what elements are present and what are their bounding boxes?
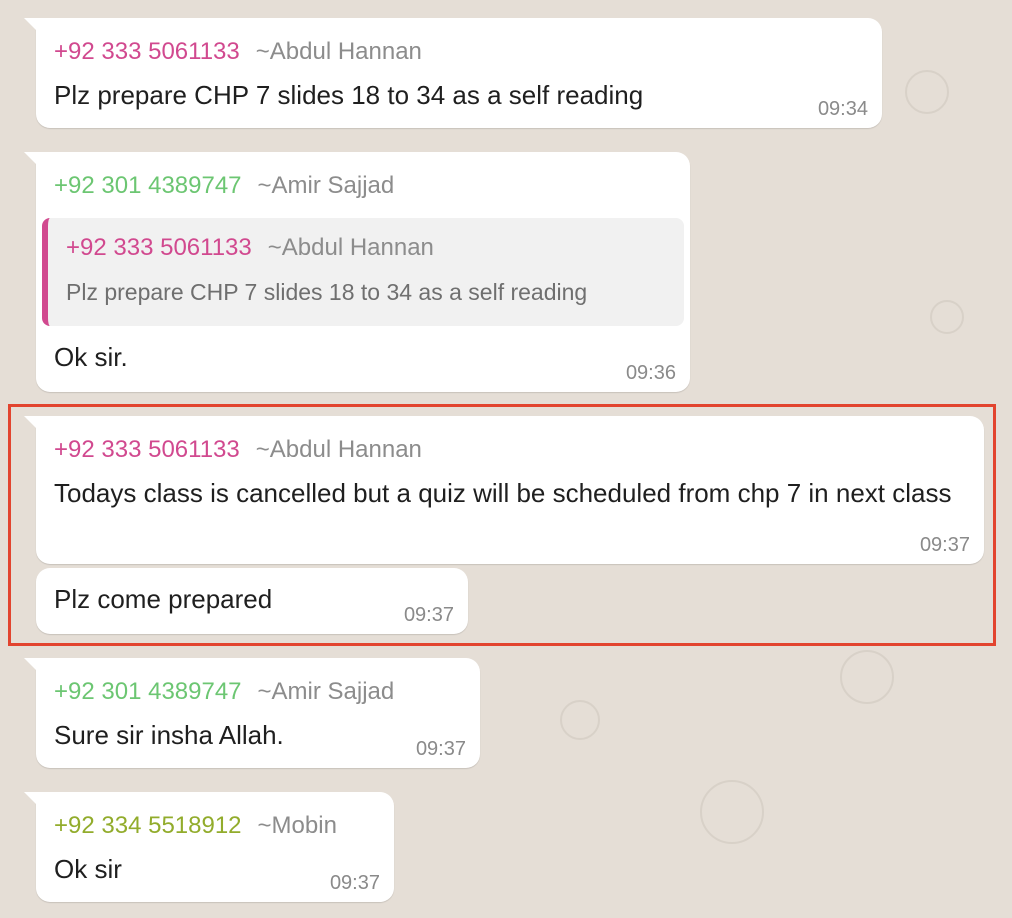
- message-bubble[interactable]: +92 301 4389747 ~Amir Sajjad Sure sir ins…: [24, 658, 480, 768]
- sender-line: +92 301 4389747 ~Amir Sajjad: [54, 172, 394, 200]
- sender-line: +92 333 5061133 ~Abdul Hannan: [54, 436, 422, 464]
- sender-alias: ~Amir Sajjad: [257, 678, 395, 705]
- message-text: Ok sir: [54, 854, 122, 884]
- doodle-circle: [840, 650, 894, 704]
- sender-alias: ~Mobin: [257, 812, 337, 839]
- sender-line: +92 334 5518912 ~Mobin: [54, 812, 337, 840]
- sender-line: +92 333 5061133 ~Abdul Hannan: [54, 38, 422, 66]
- sender-phone[interactable]: +92 301 4389747: [54, 172, 242, 200]
- message-text: Plz come prepared: [54, 584, 273, 614]
- message-time: 09:37: [329, 872, 380, 894]
- message-bubble[interactable]: +92 334 5518912 ~Mobin Ok sir 09:37: [24, 792, 394, 902]
- sender-phone[interactable]: +92 333 5061133: [54, 436, 240, 464]
- message-text: Sure sir insha Allah.: [54, 720, 284, 750]
- message-bubble[interactable]: +92 333 5061133 ~Abdul Hannan Todays clas…: [24, 416, 984, 564]
- doodle-circle: [905, 70, 949, 114]
- message-time: 09:37: [415, 738, 466, 760]
- doodle-circle: [930, 300, 964, 334]
- sender-alias: ~Abdul Hannan: [255, 436, 422, 463]
- quoted-message[interactable]: +92 333 5061133 ~Abdul Hannan Plz prepare…: [42, 218, 684, 326]
- sender-alias: ~Amir Sajjad: [257, 172, 395, 199]
- message-bubble[interactable]: Plz come prepared 09:37: [36, 568, 468, 634]
- message-bubble[interactable]: +92 333 5061133 ~Abdul Hannan Plz prepare…: [24, 18, 882, 128]
- sender-phone[interactable]: +92 301 4389747: [54, 678, 242, 706]
- sender-phone[interactable]: +92 333 5061133: [54, 38, 240, 66]
- message-text: Ok sir.: [54, 342, 128, 372]
- quoted-sender-line: +92 333 5061133 ~Abdul Hannan: [66, 234, 434, 262]
- message-time: 09:34: [817, 98, 868, 120]
- sender-phone[interactable]: +92 334 5518912: [54, 812, 242, 840]
- sender-line: +92 301 4389747 ~Amir Sajjad: [54, 678, 394, 706]
- message-text: Plz prepare CHP 7 slides 18 to 34 as a s…: [54, 80, 644, 110]
- quoted-sender-phone: +92 333 5061133: [66, 234, 252, 261]
- message-time: 09:37: [919, 534, 970, 556]
- message-time: 09:36: [625, 362, 676, 384]
- doodle-circle: [700, 780, 764, 844]
- doodle-circle: [560, 700, 600, 740]
- sender-alias: ~Abdul Hannan: [255, 38, 422, 65]
- message-time: 09:37: [403, 604, 454, 626]
- quoted-text: Plz prepare CHP 7 slides 18 to 34 as a s…: [66, 279, 588, 305]
- message-text: Todays class is cancelled but a quiz wil…: [54, 478, 952, 508]
- quoted-sender-alias: ~Abdul Hannan: [267, 234, 434, 261]
- message-bubble[interactable]: +92 301 4389747 ~Amir Sajjad +92 333 5061…: [24, 152, 690, 392]
